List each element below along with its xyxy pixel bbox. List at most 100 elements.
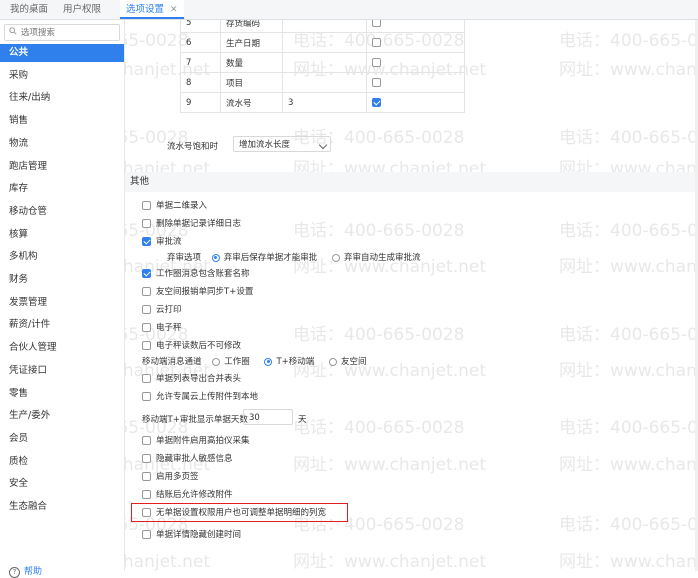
option-column-width[interactable]: 无单据设置权限用户也可调整单据明细的列宽 <box>142 506 326 520</box>
channel-radio-2[interactable]: T+移动端 <box>264 357 326 367</box>
checkbox[interactable] <box>142 341 151 350</box>
checkbox[interactable] <box>372 77 381 87</box>
sidebar-item[interactable]: 往来/出纳 <box>0 89 124 107</box>
sidebar-item[interactable]: 薪资/计件 <box>0 316 124 334</box>
checkbox[interactable] <box>142 219 151 228</box>
field-name: 存货编码 <box>220 20 283 33</box>
checkbox[interactable] <box>142 201 151 210</box>
checkbox[interactable] <box>142 287 151 296</box>
checkbox[interactable] <box>142 490 151 499</box>
option-label: 友空间报销单同步T+设置 <box>156 287 254 297</box>
option-cloud-print[interactable]: 云打印 <box>142 303 182 317</box>
checkbox[interactable] <box>142 237 151 246</box>
close-icon[interactable]: ✕ <box>170 5 178 15</box>
option-hd-camera[interactable]: 单据附件启用高拍仪采集 <box>142 434 250 448</box>
sidebar-item[interactable]: 发票管理 <box>0 294 124 312</box>
field-length[interactable] <box>282 20 367 33</box>
watermark-text: 网址：www.chanjet.net <box>559 455 698 475</box>
sidebar-item[interactable]: 财务 <box>0 271 124 289</box>
checkbox[interactable] <box>142 305 151 314</box>
checkbox[interactable] <box>142 530 151 539</box>
sidebar-item[interactable]: 销售 <box>0 112 124 130</box>
sidebar-item[interactable]: 零售 <box>0 385 124 403</box>
tab-option-settings[interactable]: 选项设置 ✕ <box>120 0 184 19</box>
sidebar-item[interactable]: 公共 <box>0 44 124 62</box>
checkbox[interactable] <box>142 374 151 383</box>
checkbox[interactable] <box>142 508 151 517</box>
search-icon <box>9 27 17 35</box>
radio-button[interactable] <box>264 357 273 366</box>
field-length[interactable]: 3 <box>282 92 367 113</box>
checkbox[interactable] <box>372 97 381 107</box>
sidebar-item[interactable]: 合伙人管理 <box>0 339 124 357</box>
abandon-radio-1[interactable]: 弃审后保存单据才能审批 <box>211 253 330 263</box>
sidebar-item[interactable]: 多机构 <box>0 248 124 266</box>
option-hide-create-time[interactable]: 单据详情隐藏创建时间 <box>142 528 241 542</box>
checkbox[interactable] <box>142 323 151 332</box>
option-scale[interactable]: 电子秤 <box>142 321 182 335</box>
option-friend-space[interactable]: 友空间报销单同步T+设置 <box>142 285 253 299</box>
tab-user-permission[interactable]: 用户权限 <box>63 0 101 19</box>
radio-button[interactable] <box>211 253 220 262</box>
abandon-radio-2[interactable]: 弃审自动生成审批流 <box>331 253 420 263</box>
radio-button[interactable] <box>331 253 340 262</box>
option-hide-approver[interactable]: 隐藏审批人敏感信息 <box>142 452 233 466</box>
sidebar-item[interactable]: 跑店管理 <box>0 158 124 176</box>
field-length[interactable] <box>282 32 367 53</box>
radio-button[interactable] <box>328 357 337 366</box>
option-label: 工作圈消息包含账套名称 <box>156 269 250 279</box>
tab-bar: 我的桌面 用户权限 选项设置 ✕ <box>0 0 698 20</box>
checkbox[interactable] <box>372 57 381 67</box>
channel-radio-1[interactable]: 工作圈 <box>212 357 262 367</box>
field-length[interactable] <box>282 52 367 73</box>
option-merge-header[interactable]: 单据列表导出合并表头 <box>142 372 241 386</box>
checkbox[interactable] <box>372 20 381 27</box>
sidebar-item[interactable]: 凭证接口 <box>0 362 124 380</box>
watermark-text: 网址：www.chanjet.net <box>559 552 698 571</box>
checkbox[interactable] <box>142 269 151 278</box>
sidebar-item[interactable]: 库存 <box>0 180 124 198</box>
search-box[interactable] <box>4 24 120 41</box>
sidebar-item[interactable]: 生产/委外 <box>0 407 124 425</box>
channel-radio-3[interactable]: 友空间 <box>328 357 366 367</box>
sidebar-item[interactable]: 核算 <box>0 226 124 244</box>
row-number: 6 <box>180 32 221 53</box>
search-input[interactable] <box>21 25 115 40</box>
sidebar-item[interactable]: 移动仓管 <box>0 203 124 221</box>
option-label: 云打印 <box>156 305 182 315</box>
serial-saturation-select[interactable]: 增加流水长度 <box>233 136 331 152</box>
tab-desktop[interactable]: 我的桌面 <box>10 0 48 19</box>
sidebar-item[interactable]: 质检 <box>0 453 124 471</box>
option-workbench-msg[interactable]: 工作圈消息包含账套名称 <box>142 267 250 281</box>
watermark-text: 网址：www.chanjet.net <box>125 552 211 571</box>
option-multi-sign[interactable]: 启用多页签 <box>142 470 199 484</box>
option-scale-lock[interactable]: 电子秤读数后不可修改 <box>142 339 241 353</box>
field-name: 流水号 <box>220 92 283 113</box>
sidebar-item[interactable]: 采购 <box>0 67 124 85</box>
radio-button[interactable] <box>212 357 221 366</box>
option-pro-cloud[interactable]: 允许专属云上传附件到本地 <box>142 390 258 404</box>
option-label: 结账后允许修改附件 <box>156 490 233 500</box>
radio-label: T+移动端 <box>276 357 315 367</box>
approval-days-input[interactable]: 30 <box>243 409 293 425</box>
sidebar-item[interactable]: 会员 <box>0 430 124 448</box>
option-approval-flow[interactable]: 审批流 <box>142 235 182 249</box>
watermark-text: 电话：400-665-0028 <box>559 221 698 241</box>
sidebar-item[interactable]: 生态融合 <box>0 498 124 516</box>
option-delete-log[interactable]: 删除单据记录详细日志 <box>142 217 241 231</box>
sidebar-item[interactable]: 安全 <box>0 475 124 493</box>
option-label: 审批流 <box>156 237 182 247</box>
field-check-cell <box>366 52 465 73</box>
checkbox[interactable] <box>372 37 381 47</box>
checkbox[interactable] <box>142 454 151 463</box>
field-length[interactable] <box>282 72 367 93</box>
sidebar-item[interactable]: 物流 <box>0 135 124 153</box>
watermark-text: 网址：www.chanjet.net <box>559 60 698 80</box>
checkbox[interactable] <box>142 472 151 481</box>
help-link[interactable]: ? 帮助 <box>9 564 42 578</box>
checkbox[interactable] <box>142 436 151 445</box>
checkbox[interactable] <box>142 392 151 401</box>
approval-days-label: 移动端T+审批显示单据天数 <box>142 415 248 425</box>
option-qr-input[interactable]: 单据二维录入 <box>142 199 207 213</box>
option-attach-after-close[interactable]: 结账后允许修改附件 <box>142 488 233 502</box>
